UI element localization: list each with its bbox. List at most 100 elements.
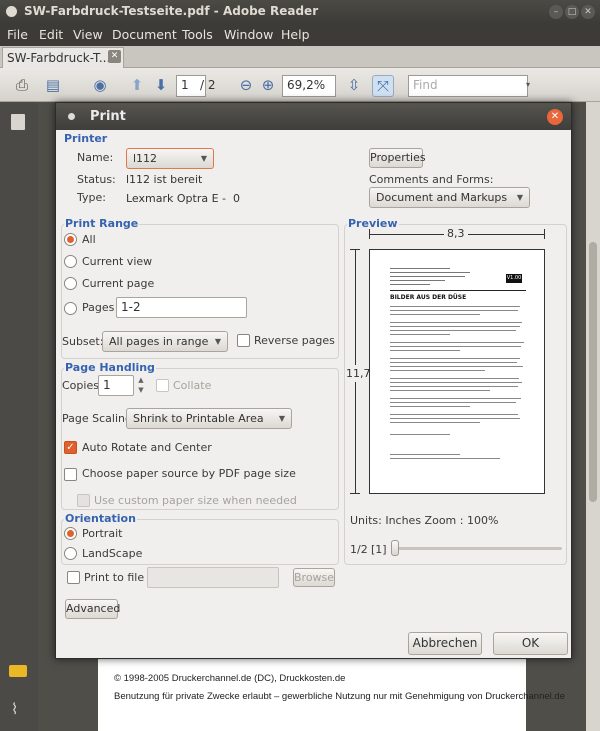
print-to-file-checkbox[interactable] bbox=[67, 571, 80, 584]
printer-name-label: Name: bbox=[77, 151, 114, 164]
collaborate-icon[interactable]: ◉ bbox=[90, 75, 110, 95]
toolbar: ⎙ ▤ ◉ ⬆ ⬇ 1 / 2 ⊖ ⊕ 69,2% ⇳ ⤧ Find ▾ bbox=[0, 68, 600, 102]
preview-page-slider[interactable] bbox=[392, 547, 562, 550]
app-menu-icon[interactable] bbox=[6, 6, 17, 17]
minimize-icon[interactable]: – bbox=[549, 5, 563, 19]
previous-page-icon[interactable]: ⬆ bbox=[127, 75, 147, 95]
preview-height-tick-bottom bbox=[350, 493, 360, 494]
dialog-title: Print bbox=[90, 109, 126, 124]
preview-text-line bbox=[390, 370, 485, 371]
document-scrollbar[interactable] bbox=[586, 102, 600, 731]
comments-forms-select[interactable]: Document and Markups ▼ bbox=[369, 187, 530, 208]
range-current-view-label: Current view bbox=[82, 255, 153, 268]
export-icon[interactable]: ▤ bbox=[43, 75, 63, 95]
zoom-select[interactable]: 69,2% bbox=[282, 75, 336, 97]
cancel-button[interactable]: Abbrechen bbox=[408, 632, 482, 655]
preview-text-line bbox=[390, 350, 460, 351]
document-page: © 1998-2005 Druckerchannel.de (DC), Druc… bbox=[98, 656, 565, 731]
menu-file[interactable]: File bbox=[7, 27, 28, 42]
range-all-radio[interactable] bbox=[64, 233, 77, 246]
chevron-down-icon: ▼ bbox=[200, 154, 207, 163]
preview-text-line bbox=[390, 276, 465, 277]
close-icon[interactable]: ✕ bbox=[581, 5, 595, 19]
preview-text-line bbox=[390, 310, 518, 311]
subset-label: Subset: bbox=[62, 335, 104, 348]
properties-button[interactable]: Properties bbox=[369, 148, 426, 168]
next-page-icon[interactable]: ⬇ bbox=[151, 75, 171, 95]
copies-value: 1 bbox=[103, 378, 111, 392]
range-current-page-radio[interactable] bbox=[64, 277, 77, 290]
dialog-close-icon[interactable]: ✕ bbox=[547, 109, 563, 125]
preview-text-line bbox=[390, 306, 520, 307]
printer-status-value: l112 ist bereit bbox=[126, 173, 203, 186]
preview-text-line bbox=[390, 346, 521, 347]
page-scaling-select[interactable]: Shrink to Printable Area ▼ bbox=[126, 408, 292, 429]
preview-page-indicator: 1/2 bbox=[350, 543, 368, 556]
portrait-radio[interactable] bbox=[64, 527, 77, 540]
dialog-titlebar: Print ✕ bbox=[56, 103, 571, 130]
preview-text-line bbox=[390, 284, 430, 285]
tab-close-icon[interactable]: ✕ bbox=[108, 50, 121, 63]
collate-checkbox[interactable] bbox=[156, 379, 169, 392]
preview-text-line bbox=[390, 402, 516, 403]
paper-source-checkbox[interactable] bbox=[64, 468, 77, 481]
print-icon[interactable]: ⎙ bbox=[12, 75, 32, 95]
reverse-pages-checkbox[interactable] bbox=[237, 334, 250, 347]
copies-label: Copies bbox=[62, 379, 99, 392]
page-scaling-label: Page Scaling bbox=[62, 412, 132, 425]
menu-window[interactable]: Window bbox=[224, 27, 273, 42]
menu-view[interactable]: View bbox=[73, 27, 103, 42]
preview-text-line bbox=[390, 322, 522, 323]
pages-input[interactable]: 1-2 bbox=[116, 297, 247, 318]
advanced-button[interactable]: Advanced bbox=[65, 599, 120, 619]
preview-text-line bbox=[390, 390, 490, 391]
copies-spinner-icon[interactable]: ▲ ▼ bbox=[135, 375, 147, 396]
menu-tools[interactable]: Tools bbox=[182, 27, 213, 42]
preview-text-line bbox=[390, 358, 520, 359]
paper-source-label: Choose paper source by PDF page size bbox=[82, 467, 296, 480]
navigation-pane: ⌇ bbox=[0, 102, 38, 731]
scrollbar-thumb[interactable] bbox=[589, 242, 597, 502]
zoom-in-icon[interactable]: ⊕ bbox=[258, 75, 278, 95]
find-input[interactable]: Find bbox=[408, 75, 528, 97]
preview-text-line bbox=[390, 334, 450, 335]
find-dropdown-icon[interactable]: ▾ bbox=[518, 75, 538, 95]
reverse-pages-label: Reverse pages bbox=[254, 334, 335, 347]
printer-name-select[interactable]: l112 ▼ bbox=[126, 148, 214, 169]
pages-panel-icon[interactable] bbox=[11, 114, 25, 130]
preview-height-value: 11,7 bbox=[346, 365, 371, 382]
custom-paper-checkbox[interactable] bbox=[77, 494, 90, 507]
preview-text-line bbox=[390, 272, 470, 273]
landscape-radio[interactable] bbox=[64, 547, 77, 560]
preview-text-line bbox=[390, 378, 519, 379]
preview-text-line bbox=[390, 414, 518, 415]
zoom-out-icon[interactable]: ⊖ bbox=[236, 75, 256, 95]
preview-text-line bbox=[390, 386, 518, 387]
preview-page-badge: V1.00 bbox=[506, 274, 522, 283]
chevron-down-icon: ▼ bbox=[214, 337, 221, 346]
document-tab[interactable]: SW-Farbdruck-T... bbox=[2, 47, 124, 68]
auto-rotate-checkbox[interactable]: ✓ bbox=[64, 441, 77, 454]
fit-width-icon[interactable]: ⤧ bbox=[372, 75, 394, 97]
attachments-panel-icon[interactable]: ⌇ bbox=[11, 700, 25, 718]
menu-document[interactable]: Document bbox=[112, 27, 177, 42]
range-all-label: All bbox=[82, 233, 96, 246]
fit-page-icon[interactable]: ⇳ bbox=[344, 75, 364, 95]
custom-paper-label: Use custom paper size when needed bbox=[94, 494, 297, 507]
maximize-icon[interactable]: □ bbox=[565, 5, 579, 19]
ok-button[interactable]: OK bbox=[493, 632, 568, 655]
preview-text-line bbox=[390, 418, 520, 419]
comments-panel-icon[interactable] bbox=[9, 665, 27, 677]
preview-text-line bbox=[390, 366, 523, 367]
range-pages-radio[interactable] bbox=[64, 302, 77, 315]
range-current-view-radio[interactable] bbox=[64, 255, 77, 268]
preview-slider-handle[interactable] bbox=[391, 540, 399, 556]
browse-button[interactable]: Browse bbox=[293, 568, 335, 587]
menu-help[interactable]: Help bbox=[281, 27, 310, 42]
dialog-menu-icon[interactable] bbox=[68, 113, 75, 120]
subset-select[interactable]: All pages in range ▼ bbox=[102, 331, 228, 352]
menu-edit[interactable]: Edit bbox=[39, 27, 63, 42]
copies-input[interactable]: 1 bbox=[98, 375, 134, 396]
preview-page: V1.00 BILDER AUS DER DÜSE bbox=[369, 249, 545, 494]
print-range-section-title: Print Range bbox=[64, 217, 140, 230]
